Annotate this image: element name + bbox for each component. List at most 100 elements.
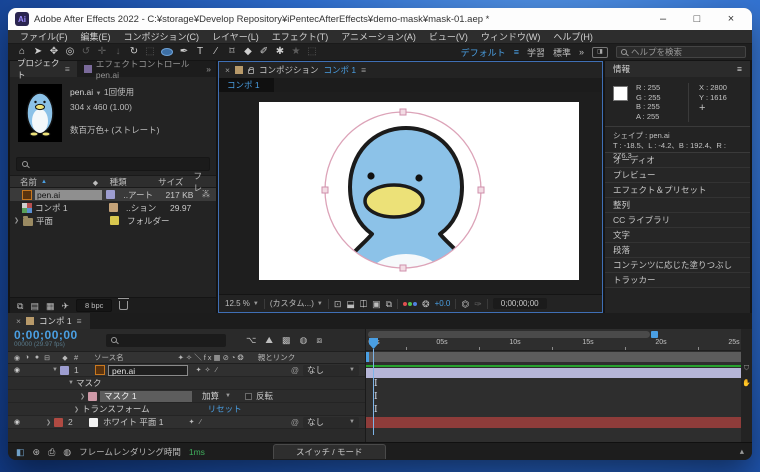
- comp-marker-icon[interactable]: ⛉: [744, 365, 749, 373]
- expand-status-icon[interactable]: ▴: [740, 446, 744, 457]
- composition-canvas[interactable]: [259, 102, 579, 280]
- shy-switch-icon[interactable]: ✦: [194, 366, 203, 374]
- panel-effects-presets[interactable]: エフェクト＆プリセット: [605, 183, 750, 198]
- show-snapshot-icon[interactable]: ✑: [474, 299, 482, 309]
- project-row-penai[interactable]: pen.ai ..アート 217 KB ⁂: [10, 188, 216, 201]
- menu-animation[interactable]: アニメーション(A): [335, 30, 422, 43]
- channel-color-icon[interactable]: [403, 301, 418, 306]
- bit-depth-button[interactable]: 8 bpc: [76, 299, 113, 312]
- renderer-icon[interactable]: ⊛: [33, 447, 41, 457]
- panel-audio[interactable]: オーディオ: [605, 153, 750, 168]
- maximize-button[interactable]: □: [680, 9, 714, 29]
- visibility-eye-icon[interactable]: ◉: [12, 366, 22, 374]
- fast-preview-icon[interactable]: ◧: [16, 447, 25, 457]
- grid-guides-icon[interactable]: ⊡: [334, 299, 342, 309]
- composition-flowchart-icon[interactable]: ⧉: [386, 299, 392, 309]
- panel-menu-icon[interactable]: ≡: [77, 316, 82, 326]
- timeline-search-input[interactable]: [106, 333, 226, 347]
- expand-arrow-icon[interactable]: ❯: [14, 217, 22, 224]
- parent-pickwhip-icon[interactable]: @: [291, 418, 299, 427]
- region-of-interest-icon[interactable]: ⎅: [360, 299, 367, 309]
- comp-button-icon[interactable]: ✋: [742, 379, 751, 387]
- menu-layer[interactable]: レイヤー(L): [206, 30, 265, 43]
- timeline-graph-area[interactable]: 00s 05s 10s 15s 20s 25s I I I: [365, 329, 741, 442]
- layer-bar-penai[interactable]: [366, 368, 741, 378]
- shy-switch-icon[interactable]: ✦: [187, 418, 196, 426]
- parent-pickwhip-icon[interactable]: @: [291, 366, 299, 375]
- menu-window[interactable]: ウィンドウ(W): [475, 30, 547, 43]
- close-tab-icon[interactable]: ×: [16, 316, 21, 326]
- expand-arrow-icon[interactable]: ❯: [46, 419, 54, 426]
- panel-tracker[interactable]: トラッカー: [605, 273, 750, 288]
- mask-visibility-icon[interactable]: ⬓: [346, 299, 355, 309]
- column-label[interactable]: ◆: [93, 177, 110, 187]
- panel-align[interactable]: 整列: [605, 198, 750, 213]
- puppet-pin-tool-icon[interactable]: ✱: [272, 44, 288, 60]
- footage-name[interactable]: pen.ai: [70, 87, 93, 97]
- roto-brush-tool-icon[interactable]: ✐: [256, 44, 272, 60]
- mask-invert-checkbox[interactable]: [244, 392, 252, 400]
- timeline-navigator-bar[interactable]: [368, 331, 658, 338]
- resolution-dropdown[interactable]: (カスタム...) ▼: [270, 298, 323, 309]
- workspace-default[interactable]: デフォルト: [461, 46, 506, 59]
- interpret-footage-icon[interactable]: ⧉: [17, 301, 23, 311]
- label-chip-yellow[interactable]: [110, 216, 119, 225]
- panel-character[interactable]: 文字: [605, 228, 750, 243]
- motion-blur-icon[interactable]: ◍: [299, 335, 307, 345]
- close-panel-icon[interactable]: ×: [225, 65, 230, 75]
- panel-overflow-icon[interactable]: »: [206, 64, 216, 74]
- audio-status-icon[interactable]: ◍: [63, 447, 71, 457]
- panel-menu-icon[interactable]: ≡: [737, 64, 742, 74]
- viewer-tab-comp1[interactable]: コンポ 1: [219, 78, 274, 92]
- brush-tool-icon[interactable]: ∕: [208, 44, 224, 60]
- layer-label-lavender[interactable]: [60, 365, 69, 375]
- mask-mode-dropdown[interactable]: 加算 ▼: [202, 390, 231, 402]
- collapse-arrow-icon[interactable]: ▼: [52, 367, 60, 373]
- panel-content-aware-fill[interactable]: コンテンツに応じた塗りつぶし: [605, 258, 750, 273]
- mask1-row[interactable]: ❯ マスク 1 加算 ▼ 反転: [8, 390, 365, 403]
- eraser-tool-icon[interactable]: ◆: [240, 44, 256, 60]
- menu-effect[interactable]: エフェクト(T): [266, 30, 335, 43]
- tab-project[interactable]: プロジェクト ≡: [10, 58, 77, 80]
- panel-menu-icon[interactable]: ≡: [361, 65, 366, 75]
- ellipse-shape-tool-icon[interactable]: [161, 48, 173, 56]
- zoom-level-dropdown[interactable]: 12.5 % ▼: [225, 299, 259, 308]
- column-type[interactable]: 種類: [110, 176, 159, 188]
- trash-icon[interactable]: [118, 298, 130, 310]
- project-row-solids-folder[interactable]: ❯ 平面 フォルダー: [10, 214, 216, 227]
- tab-effect-controls[interactable]: エフェクトコントロール pen.ai: [77, 59, 206, 80]
- expand-arrow-icon[interactable]: ❯: [80, 393, 88, 400]
- project-settings-icon[interactable]: ✈: [61, 301, 69, 311]
- column-size[interactable]: サイズ: [158, 176, 193, 188]
- menu-composition[interactable]: コンポジション(C): [118, 30, 206, 43]
- collapse-switch-icon[interactable]: ✧: [203, 366, 212, 374]
- workspace-overflow-icon[interactable]: »: [579, 47, 584, 57]
- exposure-value[interactable]: +0.0: [435, 299, 451, 308]
- parent-link-column[interactable]: 親とリンク: [258, 352, 296, 363]
- quality-switch-icon[interactable]: ∕: [212, 367, 221, 374]
- parent-dropdown[interactable]: なし ▼: [303, 364, 359, 376]
- zoom-tool-icon[interactable]: ◎: [62, 44, 78, 60]
- info-panel-title[interactable]: 情報: [613, 63, 630, 75]
- quality-switch-icon[interactable]: ∕: [196, 419, 205, 426]
- layer-name-edit[interactable]: pen.ai: [108, 364, 188, 376]
- orbit-camera-tool-icon[interactable]: ↺: [78, 44, 94, 60]
- parent-dropdown[interactable]: なし ▼: [303, 416, 359, 428]
- snapshot-status-icon[interactable]: ⎙: [48, 447, 55, 457]
- label-chip-lavender[interactable]: [106, 190, 116, 199]
- mask-group-row[interactable]: ▼ マスク: [8, 377, 365, 390]
- source-name-column[interactable]: ソース名: [94, 352, 124, 363]
- draft-3d-icon[interactable]: ⛰: [265, 335, 273, 345]
- panel-menu-icon[interactable]: ≡: [65, 64, 70, 74]
- mask-label-pink[interactable]: [88, 391, 97, 401]
- panel-cc-libraries[interactable]: CC ライブラリ: [605, 213, 750, 228]
- transform-label[interactable]: トランスフォーム: [82, 403, 150, 415]
- exposure-icon[interactable]: ❂: [422, 299, 430, 309]
- expand-arrow-icon[interactable]: ❯: [74, 406, 82, 413]
- active-comp-name[interactable]: コンポ 1: [323, 64, 356, 76]
- panel-paragraph[interactable]: 段落: [605, 243, 750, 258]
- frame-blending-icon[interactable]: ▩: [282, 335, 291, 345]
- graph-editor-icon[interactable]: ⧈: [316, 335, 322, 345]
- new-folder-icon[interactable]: ▤: [30, 301, 39, 311]
- column-name[interactable]: 名前 ▲: [10, 176, 93, 188]
